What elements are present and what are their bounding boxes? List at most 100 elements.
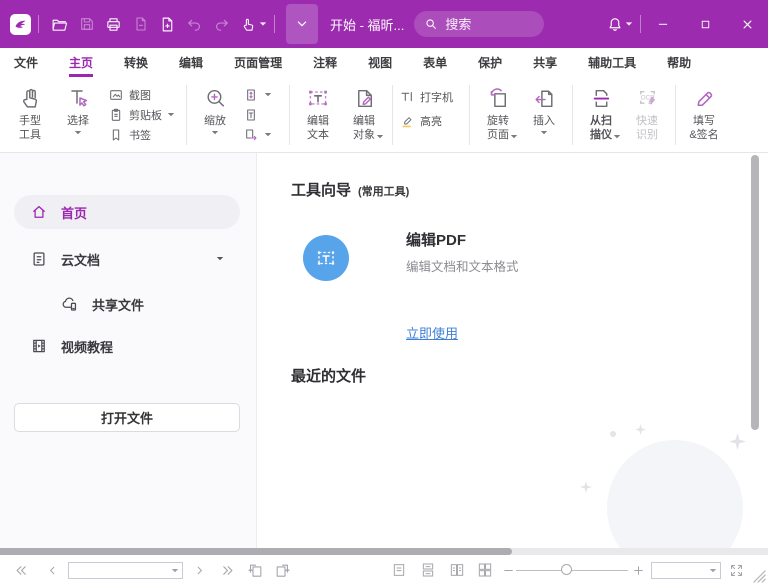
select-text-icon: [66, 82, 90, 114]
menu-help[interactable]: 帮助: [667, 48, 691, 77]
sparkle-icon: [729, 433, 746, 450]
vertical-scrollbar-thumb[interactable]: [751, 155, 759, 430]
menu-convert[interactable]: 转换: [124, 48, 148, 77]
continuous-view-button[interactable]: [417, 555, 439, 585]
open-file-icon[interactable]: [47, 11, 72, 37]
zoom-tool-button[interactable]: 缩放: [193, 82, 237, 138]
maximize-button[interactable]: [690, 9, 720, 39]
insert-pages-button[interactable]: 插入: [522, 82, 566, 138]
menu-edit[interactable]: 编辑: [179, 48, 203, 77]
window-resize-grip[interactable]: [753, 570, 766, 583]
fit-page-button[interactable]: [243, 85, 283, 105]
caret-down-icon: [74, 128, 82, 138]
cloud-share-icon: [60, 295, 79, 314]
ribbon-toggle-button[interactable]: [286, 4, 318, 44]
zoom-percent-input[interactable]: [652, 565, 709, 577]
divider: [289, 85, 290, 145]
divider: [38, 15, 39, 33]
previous-view-button[interactable]: [243, 555, 267, 585]
menu-accessibility[interactable]: 辅助工具: [588, 48, 636, 77]
divider: [572, 85, 573, 145]
menu-share[interactable]: 共享: [533, 48, 557, 77]
menu-file[interactable]: 文件: [14, 48, 38, 77]
search-box[interactable]: [414, 11, 544, 37]
document-tab-title[interactable]: 开始 - 福昕...: [330, 15, 404, 34]
actual-size-button[interactable]: [243, 105, 283, 125]
minimize-button[interactable]: [648, 9, 678, 39]
cloud-document-icon: [30, 250, 48, 268]
page-number-combobox[interactable]: [68, 562, 183, 579]
sidebar-item-cloud-docs[interactable]: 云文档: [14, 242, 240, 276]
zoom-slider-thumb[interactable]: [561, 564, 572, 575]
horizontal-scrollbar-thumb[interactable]: [0, 548, 512, 555]
bookmark-icon: [108, 127, 124, 143]
menu-form[interactable]: 表单: [423, 48, 447, 77]
menu-page-organize[interactable]: 页面管理: [234, 48, 282, 77]
sidebar-item-home[interactable]: 首页: [14, 195, 240, 229]
first-page-button[interactable]: [10, 555, 32, 585]
new-page-icon[interactable]: [155, 11, 180, 37]
previous-page-button[interactable]: [42, 555, 62, 585]
facing-continuous-view-button[interactable]: [474, 555, 496, 585]
select-tool-button[interactable]: 选择: [56, 82, 100, 138]
rotate-pages-icon: [486, 82, 511, 114]
edit-text-button[interactable]: 编辑 文本: [296, 82, 340, 142]
redo-icon: [209, 11, 234, 37]
caret-down-icon[interactable]: [709, 568, 717, 574]
highlight-button[interactable]: 高亮: [399, 111, 463, 131]
menu-comment[interactable]: 注释: [313, 48, 337, 77]
close-button[interactable]: [732, 9, 762, 39]
next-page-button[interactable]: [189, 555, 209, 585]
facing-view-button[interactable]: [446, 555, 468, 585]
hand-pointer-icon[interactable]: [236, 11, 261, 37]
caret-down-icon[interactable]: [625, 20, 633, 28]
caret-down-icon[interactable]: [171, 568, 179, 574]
zoom-slider-track[interactable]: [516, 570, 628, 572]
edit-pdf-card-icon[interactable]: [303, 235, 349, 281]
fullscreen-button[interactable]: [725, 555, 747, 585]
ribbon-toolbar: 手型 工具 选择 截图 剪贴板 书签: [0, 77, 768, 153]
sidebar-item-video-tutorials[interactable]: 视频教程: [14, 329, 240, 363]
bookmark-button[interactable]: 书签: [108, 125, 180, 145]
rotate-pages-button[interactable]: 旋转 页面: [476, 82, 520, 142]
recent-files-title: 最近的文件: [291, 365, 366, 386]
status-bar: [0, 555, 768, 585]
menu-protect[interactable]: 保护: [478, 48, 502, 77]
sidebar-item-shared-files[interactable]: 共享文件: [14, 287, 240, 321]
zoom-out-button[interactable]: [499, 555, 517, 585]
menu-home[interactable]: 主页: [69, 48, 93, 77]
quick-ocr-button: OCR 快速 识别: [625, 82, 669, 142]
fill-sign-button[interactable]: 填写 &签名: [682, 82, 726, 142]
page-number-input[interactable]: [69, 565, 171, 577]
zoom-in-button[interactable]: [629, 555, 647, 585]
from-scanner-button[interactable]: 从扫 描仪: [579, 82, 623, 142]
snapshot-button[interactable]: 截图: [108, 85, 180, 105]
zoom-percent-combobox[interactable]: [651, 562, 721, 579]
caret-down-icon[interactable]: [259, 20, 267, 28]
use-now-link[interactable]: 立即使用: [406, 323, 458, 342]
next-view-button[interactable]: [270, 555, 294, 585]
search-input[interactable]: [445, 17, 525, 32]
open-file-button[interactable]: 打开文件: [14, 403, 240, 432]
clipboard-icon: [108, 107, 124, 123]
notifications-bell-icon[interactable]: [602, 11, 627, 37]
hand-icon: [18, 82, 43, 114]
hand-tool-button[interactable]: 手型 工具: [8, 82, 52, 142]
single-page-view-button[interactable]: [388, 555, 410, 585]
caret-down-icon[interactable]: [216, 256, 224, 262]
actual-size-icon: [243, 107, 259, 123]
last-page-button[interactable]: [216, 555, 238, 585]
caret-down-icon: [376, 134, 384, 140]
horizontal-scrollbar[interactable]: [0, 548, 768, 555]
reverse-view-button[interactable]: [243, 125, 283, 145]
main-panel: 工具向导 (常用工具) 编辑PDF 编辑文档和文本格式 立即使用 最近的文件: [258, 153, 768, 548]
menu-view[interactable]: 视图: [368, 48, 392, 77]
insert-pages-icon: [532, 82, 557, 114]
edit-object-button[interactable]: 编辑 对象: [342, 82, 386, 142]
scanner-icon: [589, 82, 614, 114]
edit-pdf-card-description: 编辑文档和文本格式: [406, 256, 519, 275]
snapshot-icon: [108, 87, 124, 103]
print-icon[interactable]: [101, 11, 126, 37]
typewriter-button[interactable]: 打字机: [399, 87, 463, 107]
clipboard-button[interactable]: 剪贴板: [108, 105, 180, 125]
